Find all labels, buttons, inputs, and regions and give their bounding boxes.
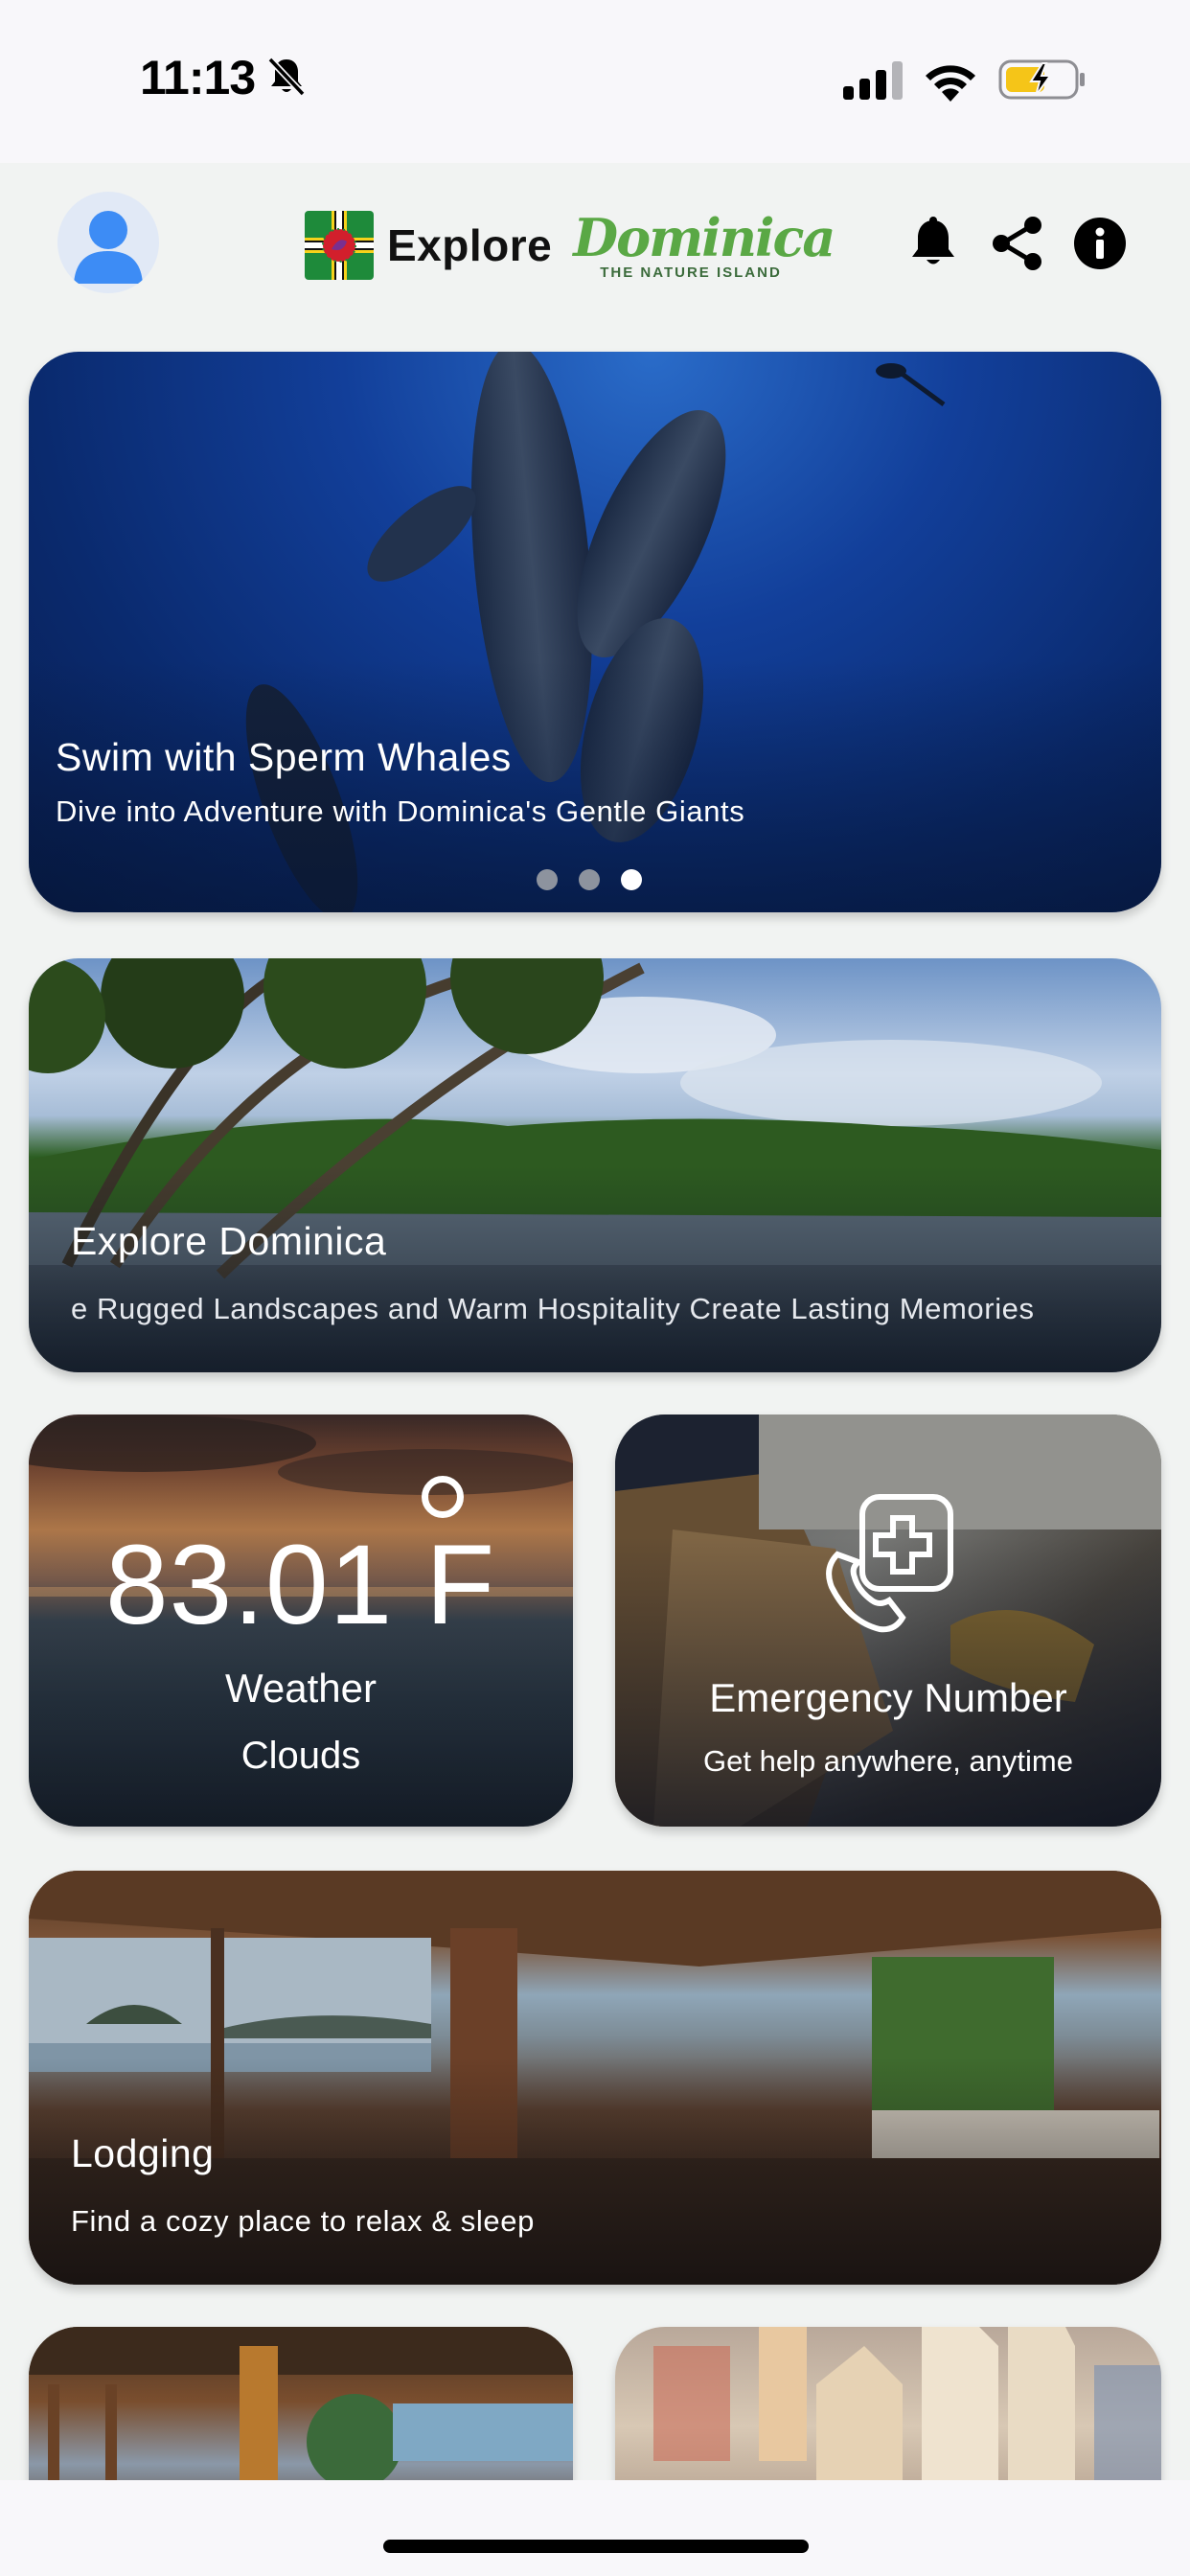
weather-label: Weather xyxy=(225,1666,377,1711)
user-avatar-icon[interactable] xyxy=(57,192,159,293)
carousel-dot-1[interactable] xyxy=(537,869,558,890)
degree-symbol xyxy=(422,1476,464,1518)
weather-condition: Clouds xyxy=(240,1735,361,1777)
status-time: 11:13 xyxy=(140,51,256,104)
cellular-signal-icon xyxy=(843,61,903,100)
emergency-title: Emergency Number xyxy=(709,1675,1067,1720)
weather-card[interactable]: 83.01 F Weather Clouds xyxy=(29,1414,573,1827)
carousel-dot-2[interactable] xyxy=(579,869,600,890)
explore-title: Explore Dominica xyxy=(71,1219,387,1263)
bottom-safe-area xyxy=(0,2480,1190,2576)
hero-subtitle: Dive into Adventure with Dominica's Gent… xyxy=(56,794,745,828)
app-logo: Explore Dominica THE NATURE ISLAND xyxy=(305,207,835,284)
brand-tagline: THE NATURE ISLAND xyxy=(600,264,782,281)
bell-icon[interactable] xyxy=(904,215,962,272)
hero-carousel[interactable]: Swim with Sperm Whales Dive into Adventu… xyxy=(29,352,1161,912)
explore-subtitle: e Rugged Landscapes and Warm Hospitality… xyxy=(71,1292,1035,1325)
carousel-pagination xyxy=(537,869,642,890)
lodging-subtitle: Find a cozy place to relax & sleep xyxy=(71,2204,535,2238)
share-icon[interactable] xyxy=(989,215,1046,272)
emergency-number-card[interactable]: Emergency Number Get help anywhere, anyt… xyxy=(615,1414,1161,1827)
logo-explore-text: Explore xyxy=(387,220,553,270)
hero-title: Swim with Sperm Whales xyxy=(56,735,512,779)
lodging-card[interactable]: Lodging Find a cozy place to relax & sle… xyxy=(29,1871,1161,2285)
home-indicator[interactable] xyxy=(383,2540,809,2553)
lodging-title: Lodging xyxy=(71,2131,215,2175)
emergency-phone-medical-icon xyxy=(826,1494,953,1633)
bell-muted-icon xyxy=(267,57,306,97)
wifi-icon xyxy=(926,65,975,102)
battery-charging-icon xyxy=(998,59,1085,100)
brand-name: Dominica xyxy=(573,207,835,268)
carousel-dot-3[interactable] xyxy=(621,869,642,890)
dominica-brand: Dominica THE NATURE ISLAND xyxy=(573,207,835,284)
status-bar: 11:13 xyxy=(0,0,1190,163)
info-icon[interactable] xyxy=(1071,215,1129,272)
emergency-subtitle: Get help anywhere, anytime xyxy=(703,1744,1073,1778)
dominica-flag-icon xyxy=(305,211,374,280)
temperature-value: 83.01 F xyxy=(105,1522,496,1648)
explore-dominica-card[interactable]: Explore Dominica e Rugged Landscapes and… xyxy=(29,958,1161,1372)
app-header: Explore Dominica THE NATURE ISLAND xyxy=(0,163,1190,345)
